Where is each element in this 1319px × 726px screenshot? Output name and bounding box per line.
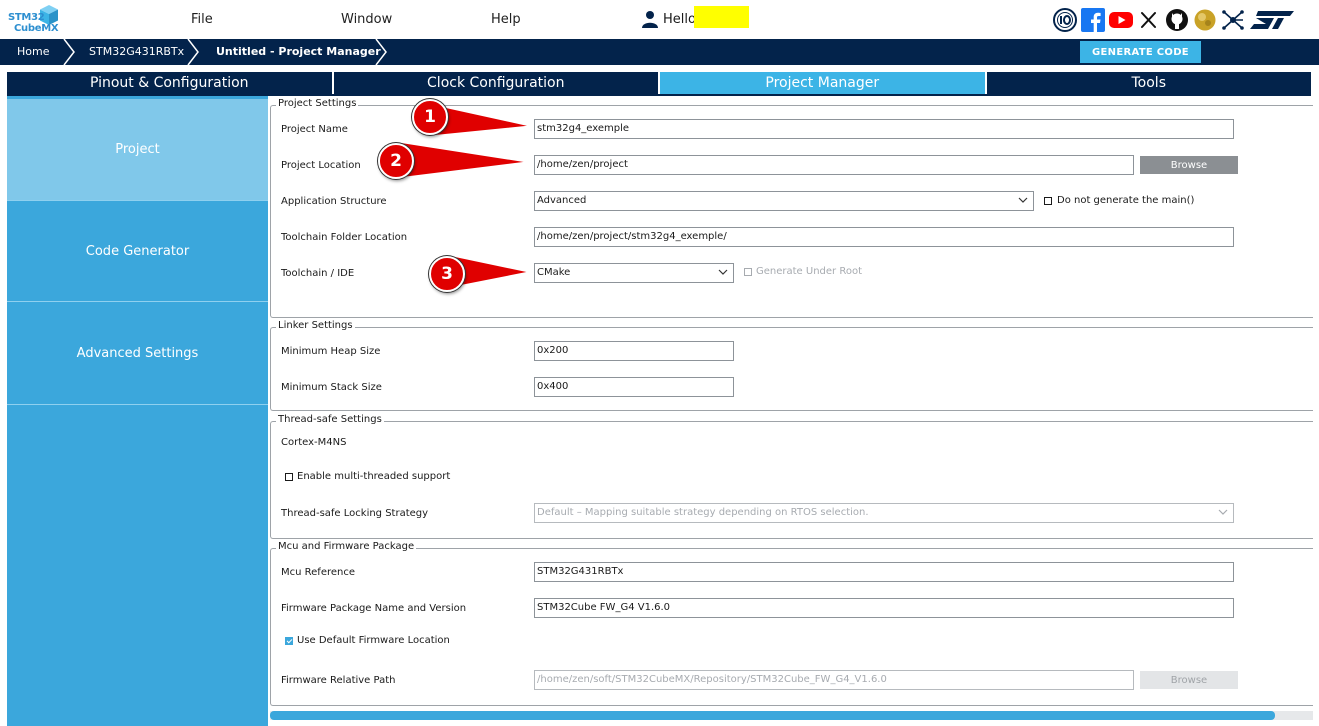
scrollbar-thumb[interactable] <box>270 711 1275 720</box>
linker-settings-legend: Linker Settings <box>276 320 355 331</box>
default-firmware-location-label: Use Default Firmware Location <box>297 635 450 646</box>
project-manager-panel: Project Settings Project Name stm32g4_ex… <box>268 96 1319 726</box>
firmware-package-input[interactable]: STM32Cube FW_G4 V1.6.0 <box>534 598 1234 618</box>
project-name-input[interactable]: stm32g4_exemple <box>534 119 1234 139</box>
top-menu-bar: STM32 CubeMX File Window Help Hello <box>0 0 1319 39</box>
firmware-relative-path-input[interactable]: /home/zen/soft/STM32CubeMX/Repository/ST… <box>534 670 1134 690</box>
min-heap-label: Minimum Heap Size <box>281 346 381 357</box>
horizontal-scrollbar[interactable] <box>270 711 1313 720</box>
breadcrumb-project[interactable]: Untitled - Project Manager <box>216 39 381 65</box>
facebook-icon[interactable] <box>1081 8 1105 32</box>
project-location-label: Project Location <box>281 160 361 171</box>
locking-strategy-value: Default – Mapping suitable strategy depe… <box>537 507 869 518</box>
locking-strategy-label: Thread-safe Locking Strategy <box>281 508 429 519</box>
breadcrumb-separator-icon <box>375 39 387 65</box>
thread-safe-settings-group: Thread-safe Settings Cortex-M4NS Enable … <box>270 414 1313 539</box>
redacted-username <box>694 6 749 28</box>
chevron-down-icon <box>718 269 728 275</box>
community-globe-icon[interactable] <box>1193 8 1217 32</box>
toolchain-ide-label: Toolchain / IDE <box>281 268 355 279</box>
breadcrumb-separator-icon <box>63 39 75 65</box>
tab-tools[interactable]: Tools <box>986 72 1311 94</box>
tab-clock-configuration[interactable]: Clock Configuration <box>333 72 660 94</box>
main-tabs: Pinout & Configuration Clock Configurati… <box>7 72 1311 96</box>
application-structure-select[interactable]: Advanced <box>534 191 1034 211</box>
stm32cubemx-logo: STM32 CubeMX <box>6 4 60 36</box>
breadcrumb-device[interactable]: STM32G431RBTx <box>89 39 184 65</box>
menu-file[interactable]: File <box>191 12 213 27</box>
project-location-browse-button[interactable]: Browse <box>1140 156 1238 174</box>
breadcrumb-separator-icon <box>187 39 199 65</box>
tab-pinout-configuration[interactable]: Pinout & Configuration <box>7 72 334 94</box>
mcu-firmware-legend: Mcu and Firmware Package <box>276 541 417 552</box>
github-icon[interactable] <box>1165 8 1189 32</box>
project-settings-legend: Project Settings <box>276 98 359 109</box>
core-name-label: Cortex-M4NS <box>281 437 347 448</box>
thread-safe-legend: Thread-safe Settings <box>276 414 384 425</box>
application-structure-label: Application Structure <box>281 196 387 207</box>
sidebar: Project Code Generator Advanced Settings <box>7 96 268 726</box>
chevron-down-icon <box>1018 197 1028 203</box>
sidebar-item-project[interactable]: Project <box>7 99 268 201</box>
mcu-firmware-group: Mcu and Firmware Package Mcu Reference S… <box>270 541 1313 706</box>
firmware-relative-path-label: Firmware Relative Path <box>281 675 396 686</box>
linker-settings-group: Linker Settings Minimum Heap Size 0x200 … <box>270 320 1313 411</box>
callout-arrow-2 <box>397 141 528 179</box>
min-heap-input[interactable]: 0x200 <box>534 341 734 361</box>
min-stack-label: Minimum Stack Size <box>281 382 382 393</box>
youtube-icon[interactable] <box>1109 8 1133 32</box>
toolchain-ide-select[interactable]: CMake <box>534 263 734 283</box>
toolchain-folder-input[interactable]: /home/zen/project/stm32g4_exemple/ <box>534 227 1234 247</box>
st-logo-icon[interactable] <box>1250 8 1294 32</box>
locking-strategy-select[interactable]: Default – Mapping suitable strategy depe… <box>534 503 1234 523</box>
sidebar-item-advanced-settings[interactable]: Advanced Settings <box>7 302 268 405</box>
callout-badge-3: 3 <box>429 256 465 292</box>
toolchain-folder-label: Toolchain Folder Location <box>281 232 408 243</box>
chevron-down-icon <box>1218 509 1228 515</box>
callout-badge-1: 1 <box>412 99 448 135</box>
logo-text-bottom: CubeMX <box>14 23 59 34</box>
project-location-input[interactable]: /home/zen/project <box>534 155 1134 175</box>
mcu-reference-input[interactable]: STM32G431RBTx <box>534 562 1234 582</box>
application-structure-value: Advanced <box>537 195 587 206</box>
generate-under-root-checkbox[interactable] <box>744 268 752 276</box>
hello-label: Hello <box>663 12 696 27</box>
callout-badge-2: 2 <box>378 143 414 179</box>
breadcrumb-home[interactable]: Home <box>17 39 49 65</box>
no-main-checkbox[interactable] <box>1044 197 1052 205</box>
mcu-reference-label: Mcu Reference <box>281 567 355 578</box>
toolchain-ide-value: CMake <box>537 267 571 278</box>
project-name-label: Project Name <box>281 124 348 135</box>
x-twitter-icon[interactable] <box>1137 8 1161 32</box>
tab-project-manager[interactable]: Project Manager <box>660 72 987 94</box>
no-main-label: Do not generate the main() <box>1057 195 1195 206</box>
menu-help[interactable]: Help <box>491 12 521 27</box>
firmware-path-browse-button[interactable]: Browse <box>1140 671 1238 689</box>
firmware-package-label: Firmware Package Name and Version <box>281 603 467 614</box>
generate-under-root-label: Generate Under Root <box>756 266 862 277</box>
anniversary-badge-icon[interactable] <box>1053 8 1077 32</box>
default-firmware-location-checkbox[interactable] <box>285 637 293 645</box>
sidebar-item-code-generator[interactable]: Code Generator <box>7 201 268 302</box>
min-stack-input[interactable]: 0x400 <box>534 377 734 397</box>
network-icon[interactable] <box>1221 8 1245 32</box>
multi-thread-label: Enable multi-threaded support <box>297 471 451 482</box>
generate-code-button[interactable]: GENERATE CODE <box>1080 41 1201 63</box>
menu-window[interactable]: Window <box>341 12 392 27</box>
logo-text-top: STM32 <box>8 12 45 23</box>
multi-thread-checkbox[interactable] <box>285 473 293 481</box>
user-icon <box>642 11 658 28</box>
